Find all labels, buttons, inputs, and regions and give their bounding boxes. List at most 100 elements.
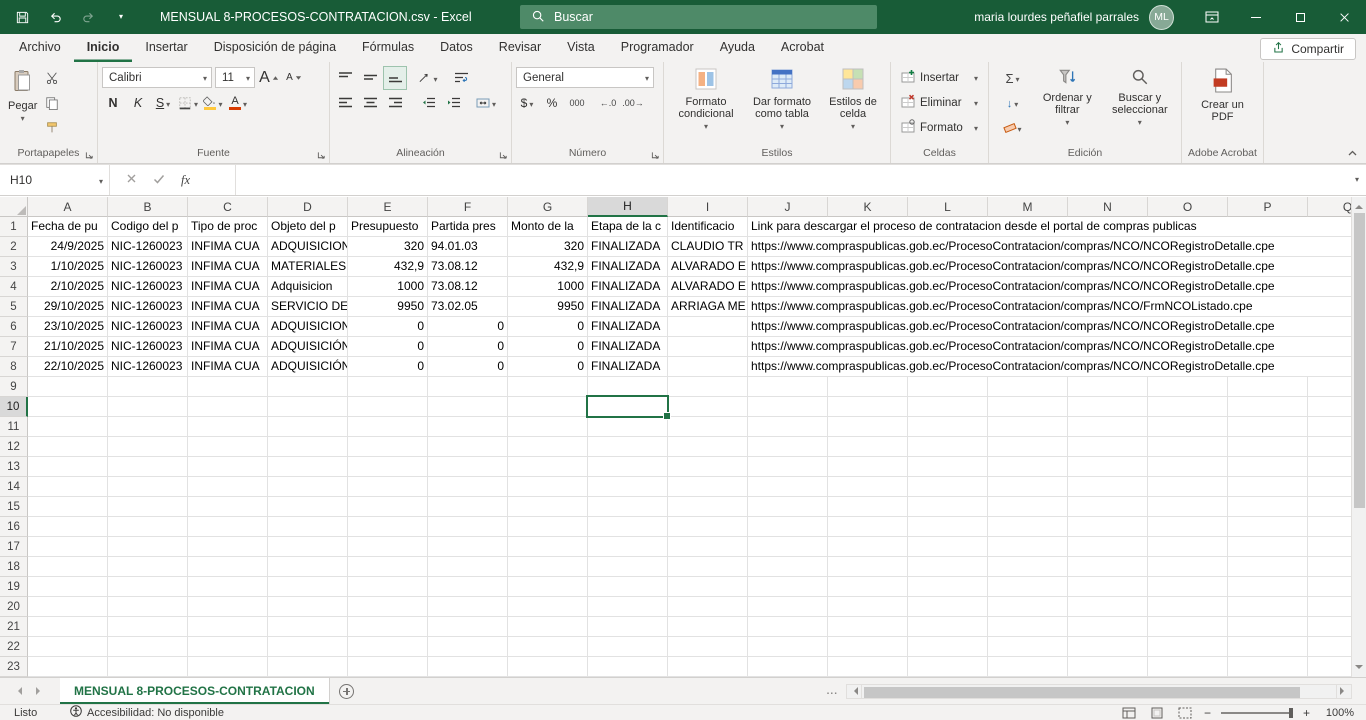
cell-C12[interactable]: [188, 437, 268, 457]
zoom-slider-thumb[interactable]: [1289, 708, 1293, 718]
format-as-table-button[interactable]: Dar formato como tabla: [745, 65, 819, 146]
row-header-17[interactable]: 17: [0, 537, 28, 557]
column-header-L[interactable]: L: [908, 197, 988, 217]
cell-K19[interactable]: [828, 577, 908, 597]
cell-G12[interactable]: [508, 437, 588, 457]
align-middle-icon[interactable]: [359, 67, 381, 89]
cell-A16[interactable]: [28, 517, 108, 537]
scroll-down-icon[interactable]: [1355, 665, 1363, 673]
column-header-F[interactable]: F: [428, 197, 508, 217]
decrease-decimal-button[interactable]: .00→: [622, 92, 644, 114]
cell-G16[interactable]: [508, 517, 588, 537]
next-sheet-icon[interactable]: [36, 687, 44, 695]
cell-G14[interactable]: [508, 477, 588, 497]
cell-A8[interactable]: 22/10/2025: [28, 357, 108, 377]
cell-B22[interactable]: [108, 637, 188, 657]
cell-D12[interactable]: [268, 437, 348, 457]
cell-B8[interactable]: NIC-1260023: [108, 357, 188, 377]
cell-N19[interactable]: [1068, 577, 1148, 597]
create-pdf-button[interactable]: Crear un PDF: [1193, 65, 1253, 146]
cell-L14[interactable]: [908, 477, 988, 497]
cell-O14[interactable]: [1148, 477, 1228, 497]
zoom-in-button[interactable]: [1303, 706, 1310, 720]
row-header-16[interactable]: 16: [0, 517, 28, 537]
cell-B15[interactable]: [108, 497, 188, 517]
cell-D23[interactable]: [268, 657, 348, 677]
cell-A7[interactable]: 21/10/2025: [28, 337, 108, 357]
cell-E5[interactable]: 9950: [348, 297, 428, 317]
underline-button[interactable]: S: [152, 92, 174, 114]
column-header-N[interactable]: N: [1068, 197, 1148, 217]
cell-C3[interactable]: INFIMA CUA: [188, 257, 268, 277]
cell-O20[interactable]: [1148, 597, 1228, 617]
cell-E3[interactable]: 432,9: [348, 257, 428, 277]
cell-D9[interactable]: [268, 377, 348, 397]
row-header-11[interactable]: 11: [0, 417, 28, 437]
cell-O18[interactable]: [1148, 557, 1228, 577]
minimize-button[interactable]: [1234, 0, 1278, 34]
cell-M11[interactable]: [988, 417, 1068, 437]
cell-M13[interactable]: [988, 457, 1068, 477]
cell-A18[interactable]: [28, 557, 108, 577]
cell-B5[interactable]: NIC-1260023: [108, 297, 188, 317]
cell-I6[interactable]: [668, 317, 748, 337]
cell-I22[interactable]: [668, 637, 748, 657]
cell-I14[interactable]: [668, 477, 748, 497]
cell-O9[interactable]: [1148, 377, 1228, 397]
cell-I11[interactable]: [668, 417, 748, 437]
column-header-H[interactable]: H: [588, 197, 668, 217]
cell-N18[interactable]: [1068, 557, 1148, 577]
cell-K13[interactable]: [828, 457, 908, 477]
cell-I7[interactable]: [668, 337, 748, 357]
cell-N9[interactable]: [1068, 377, 1148, 397]
cell-D15[interactable]: [268, 497, 348, 517]
align-center-icon[interactable]: [359, 92, 381, 114]
cell-F4[interactable]: 73.08.12: [428, 277, 508, 297]
cell-G18[interactable]: [508, 557, 588, 577]
cell-P9[interactable]: [1228, 377, 1308, 397]
cell-styles-button[interactable]: Estilos de celda: [821, 65, 885, 146]
cell-F15[interactable]: [428, 497, 508, 517]
cell-J4[interactable]: https://www.compraspublicas.gob.ec/Proce…: [748, 277, 828, 297]
vertical-scroll-thumb[interactable]: [1354, 213, 1365, 508]
cell-C6[interactable]: INFIMA CUA: [188, 317, 268, 337]
cell-P14[interactable]: [1228, 477, 1308, 497]
cell-H15[interactable]: [588, 497, 668, 517]
cell-K15[interactable]: [828, 497, 908, 517]
cell-O13[interactable]: [1148, 457, 1228, 477]
column-header-G[interactable]: G: [508, 197, 588, 217]
row-header-4[interactable]: 4: [0, 277, 28, 297]
cell-M15[interactable]: [988, 497, 1068, 517]
comma-format-button[interactable]: 000: [566, 92, 588, 114]
cell-F20[interactable]: [428, 597, 508, 617]
cell-M16[interactable]: [988, 517, 1068, 537]
search-input[interactable]: Buscar: [520, 5, 877, 29]
cell-H20[interactable]: [588, 597, 668, 617]
cell-O12[interactable]: [1148, 437, 1228, 457]
column-header-J[interactable]: J: [748, 197, 828, 217]
cell-D1[interactable]: Objeto del p: [268, 217, 348, 237]
cell-E11[interactable]: [348, 417, 428, 437]
cell-K11[interactable]: [828, 417, 908, 437]
cell-D3[interactable]: MATERIALES: [268, 257, 348, 277]
cell-P19[interactable]: [1228, 577, 1308, 597]
cell-H5[interactable]: FINALIZADA: [588, 297, 668, 317]
fill-color-button[interactable]: [202, 92, 224, 114]
cell-J14[interactable]: [748, 477, 828, 497]
cell-Q16[interactable]: [1308, 517, 1351, 537]
cell-I4[interactable]: ALVARADO E: [668, 277, 748, 297]
cell-A3[interactable]: 1/10/2025: [28, 257, 108, 277]
cell-A15[interactable]: [28, 497, 108, 517]
cell-B9[interactable]: [108, 377, 188, 397]
cell-N17[interactable]: [1068, 537, 1148, 557]
cell-E21[interactable]: [348, 617, 428, 637]
cell-D17[interactable]: [268, 537, 348, 557]
sheet-tab-active[interactable]: MENSUAL 8-PROCESOS-CONTRATACION: [60, 678, 330, 704]
cell-E2[interactable]: 320: [348, 237, 428, 257]
cell-N11[interactable]: [1068, 417, 1148, 437]
cell-A11[interactable]: [28, 417, 108, 437]
cell-M18[interactable]: [988, 557, 1068, 577]
zoom-out-button[interactable]: [1204, 706, 1211, 720]
cell-L18[interactable]: [908, 557, 988, 577]
sheet-tab-ellipsis-icon[interactable]: [827, 686, 846, 697]
